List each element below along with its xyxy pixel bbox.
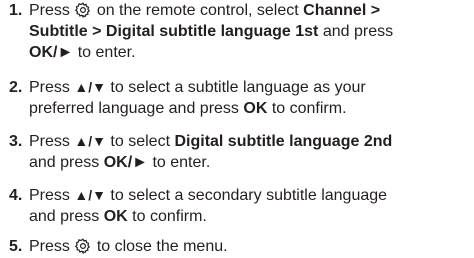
text: Press: [29, 187, 70, 204]
text: to select: [110, 133, 171, 150]
text: and press: [29, 154, 100, 171]
step-line: Press ▲/▼ to select a secondary subtitle…: [29, 185, 474, 206]
text: to enter.: [77, 44, 136, 61]
ok-key: OK: [243, 100, 268, 117]
step-line: Press ▲/▼ to select Digital subtitle lan…: [29, 131, 474, 152]
step-number: 3.: [9, 133, 23, 150]
text: to enter.: [152, 154, 211, 171]
step-line: Press to close the menu.: [29, 236, 474, 257]
step-text: Press on the remote control, select Chan…: [29, 0, 474, 63]
step-line: and press OK to confirm.: [29, 206, 474, 227]
text: to select a subtitle language as your: [110, 79, 366, 96]
step-1: 1. Press on the remote control, select C…: [0, 0, 474, 63]
up-down-arrow-icon: ▲/▼: [74, 187, 106, 203]
step-3: 3. Press ▲/▼ to select Digital subtitle …: [0, 131, 474, 173]
step-text: Press ▲/▼ to select a secondary subtitle…: [29, 185, 474, 227]
step-5: 5. Press to close the menu.: [0, 236, 474, 257]
ok-key: OK/►: [103, 154, 148, 171]
text: preferred language and press: [29, 100, 239, 117]
gear-icon: [75, 2, 91, 18]
step-line: Press ▲/▼ to select a subtitle language …: [29, 77, 474, 98]
step-line: preferred language and press OK to confi…: [29, 98, 474, 119]
step-number: 4.: [9, 187, 23, 204]
text: on the remote control, select: [96, 2, 299, 19]
menu-path: Digital subtitle language 2nd: [174, 133, 393, 150]
menu-path: Channel >: [303, 2, 381, 19]
ok-key: OK/►: [29, 44, 74, 61]
gear-icon: [75, 238, 91, 254]
text: Press: [29, 133, 70, 150]
step-line: Subtitle > Digital subtitle language 1st…: [29, 21, 474, 42]
step-text: Press ▲/▼ to select Digital subtitle lan…: [29, 131, 474, 173]
text: to close the menu.: [96, 238, 228, 255]
text: to confirm.: [132, 208, 207, 225]
step-text: Press ▲/▼ to select a subtitle language …: [29, 77, 474, 119]
step-text: Press to close the menu.: [29, 236, 474, 257]
instruction-steps: 1. Press on the remote control, select C…: [0, 0, 474, 258]
step-number: 1.: [9, 2, 23, 19]
text: Press: [29, 238, 70, 255]
step-4: 4. Press ▲/▼ to select a secondary subti…: [0, 185, 474, 227]
up-down-arrow-icon: ▲/▼: [74, 79, 106, 95]
step-number: 2.: [9, 79, 23, 96]
menu-path: Subtitle > Digital subtitle language 1st: [29, 23, 319, 40]
ok-key: OK: [103, 208, 128, 225]
text: Press: [29, 2, 70, 19]
step-line: and press OK/► to enter.: [29, 152, 474, 173]
text: to confirm.: [271, 100, 347, 117]
step-number: 5.: [9, 238, 23, 255]
up-down-arrow-icon: ▲/▼: [74, 133, 106, 149]
text: and press: [322, 23, 394, 40]
step-line: OK/► to enter.: [29, 42, 474, 63]
text: Press: [29, 79, 70, 96]
step-line: Press on the remote control, select Chan…: [29, 0, 474, 21]
text: and press: [29, 208, 100, 225]
text: to select a secondary subtitle language: [110, 187, 388, 204]
step-2: 2. Press ▲/▼ to select a subtitle langua…: [0, 77, 474, 119]
